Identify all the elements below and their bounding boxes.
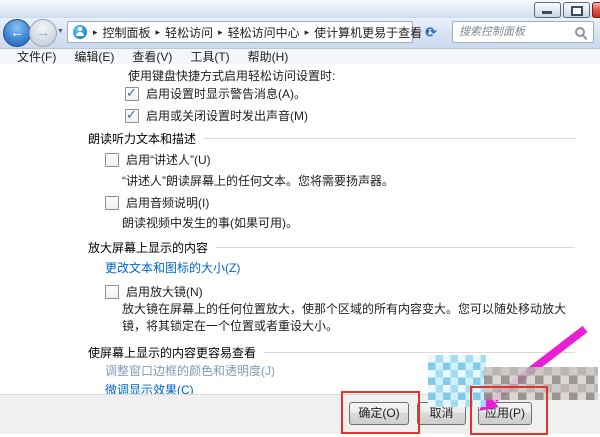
breadcrumb-separator: ▸ (90, 27, 101, 38)
section-hear-text: 朗读听力文本和描述 (88, 130, 575, 147)
menu-help[interactable]: 帮助(H) (239, 48, 298, 65)
magnifier-checkbox[interactable] (105, 285, 119, 299)
breadcrumb-control-panel[interactable]: 控制面板 (101, 24, 153, 41)
narrator-checkbox[interactable] (105, 153, 119, 167)
audio-description-text: 朗读视频中发生的事(如果可用)。 (122, 214, 298, 231)
close-button[interactable] (592, 2, 600, 18)
section-divider (264, 352, 575, 353)
refresh-icon[interactable]: ⟳ (417, 22, 445, 43)
title-bar (0, 0, 600, 19)
warning-message-checkbox-row[interactable]: 启用设置时显示警告消息(A)。 (125, 85, 306, 102)
warning-message-label: 启用设置时显示警告消息(A)。 (146, 85, 306, 102)
ease-of-access-icon (73, 25, 87, 39)
warning-message-checkbox[interactable] (125, 87, 139, 101)
section-easier-to-see-title: 使屏幕上显示的内容更容易查看 (88, 344, 256, 361)
search-input[interactable] (457, 25, 575, 39)
audio-description-label: 启用音频说明(I) (126, 194, 209, 211)
narrator-description: “讲述人”朗读屏幕上的任何文本。您将需要扬声器。 (122, 172, 394, 189)
narrator-label: 启用“讲述人”(U) (126, 151, 211, 168)
menu-file[interactable]: 文件(F) (8, 48, 65, 65)
menu-bar: 文件(F) 编辑(E) 查看(V) 工具(T) 帮助(H) (0, 49, 600, 64)
breadcrumb-ease-of-access-center[interactable]: 轻松访问中心 (226, 24, 302, 41)
change-text-size-link[interactable]: 更改文本和图标的大小(Z) (105, 259, 240, 276)
section-divider (216, 247, 575, 248)
keyboard-shortcut-intro: 使用键盘快捷方式启用轻松访问设置时: (128, 67, 335, 84)
ok-button[interactable]: 确定(O) (349, 402, 409, 425)
breadcrumb-separator: ▸ (153, 27, 164, 38)
address-bar[interactable]: ▸ 控制面板 ▸ 轻松访问 ▸ 轻松访问中心 ▸ 使计算机更易于查看 ▼ (67, 21, 413, 43)
narrator-checkbox-row[interactable]: 启用“讲述人”(U) (105, 151, 211, 168)
maximize-button[interactable] (563, 2, 590, 18)
search-icon (575, 27, 585, 37)
apply-button[interactable]: 应用(P) (478, 402, 532, 425)
settings-page: 使用键盘快捷方式启用轻松访问设置时: 启用设置时显示警告消息(A)。 启用或关闭… (0, 64, 600, 394)
window-controls (532, 2, 600, 18)
magnifier-checkbox-row[interactable]: 启用放大镜(N) (105, 283, 203, 300)
menu-view[interactable]: 查看(V) (123, 48, 181, 65)
breadcrumb-current-page[interactable]: 使计算机更易于查看 (312, 24, 424, 41)
menu-tools[interactable]: 工具(T) (181, 48, 238, 65)
back-button[interactable]: ← (3, 19, 31, 47)
section-magnify-title: 放大屏幕上显示的内容 (88, 239, 208, 256)
window-border-color-link[interactable]: 调整窗口边框的颜色和透明度(J) (105, 362, 275, 379)
magnifier-label: 启用放大镜(N) (126, 283, 203, 300)
section-magnify: 放大屏幕上显示的内容 (88, 239, 575, 256)
breadcrumb-ease-of-access[interactable]: 轻松访问 (163, 24, 215, 41)
audio-description-checkbox-row[interactable]: 启用音频说明(I) (105, 194, 209, 211)
section-hear-text-title: 朗读听力文本和描述 (88, 130, 196, 147)
section-easier-to-see: 使屏幕上显示的内容更容易查看 (88, 344, 575, 361)
sound-checkbox-row[interactable]: 启用或关闭设置时发出声音(M) (125, 107, 308, 124)
breadcrumb-separator: ▸ (215, 27, 226, 38)
cancel-button[interactable]: 取消 (417, 402, 466, 425)
menu-edit[interactable]: 编辑(E) (65, 48, 123, 65)
section-divider (204, 138, 575, 139)
history-chevron-icon[interactable]: ▼ (57, 28, 64, 35)
dialog-button-bar: 确定(O) 取消 应用(P) (0, 394, 600, 434)
minimize-button[interactable] (534, 2, 561, 18)
navigation-bar: ← → ▼ ▸ 控制面板 ▸ 轻松访问 ▸ 轻松访问中心 ▸ 使计算机更易于查看… (0, 18, 600, 49)
search-box[interactable] (452, 21, 594, 43)
breadcrumb-separator: ▸ (302, 27, 313, 38)
sound-label: 启用或关闭设置时发出声音(M) (146, 107, 308, 124)
audio-description-checkbox[interactable] (105, 196, 119, 210)
forward-button[interactable]: → (29, 19, 57, 47)
sound-checkbox[interactable] (125, 109, 139, 123)
magnifier-description: 放大镜在屏幕上的任何位置放大，使那个区域的所有内容变大。您可以随处移动放大镜，将… (122, 301, 584, 335)
